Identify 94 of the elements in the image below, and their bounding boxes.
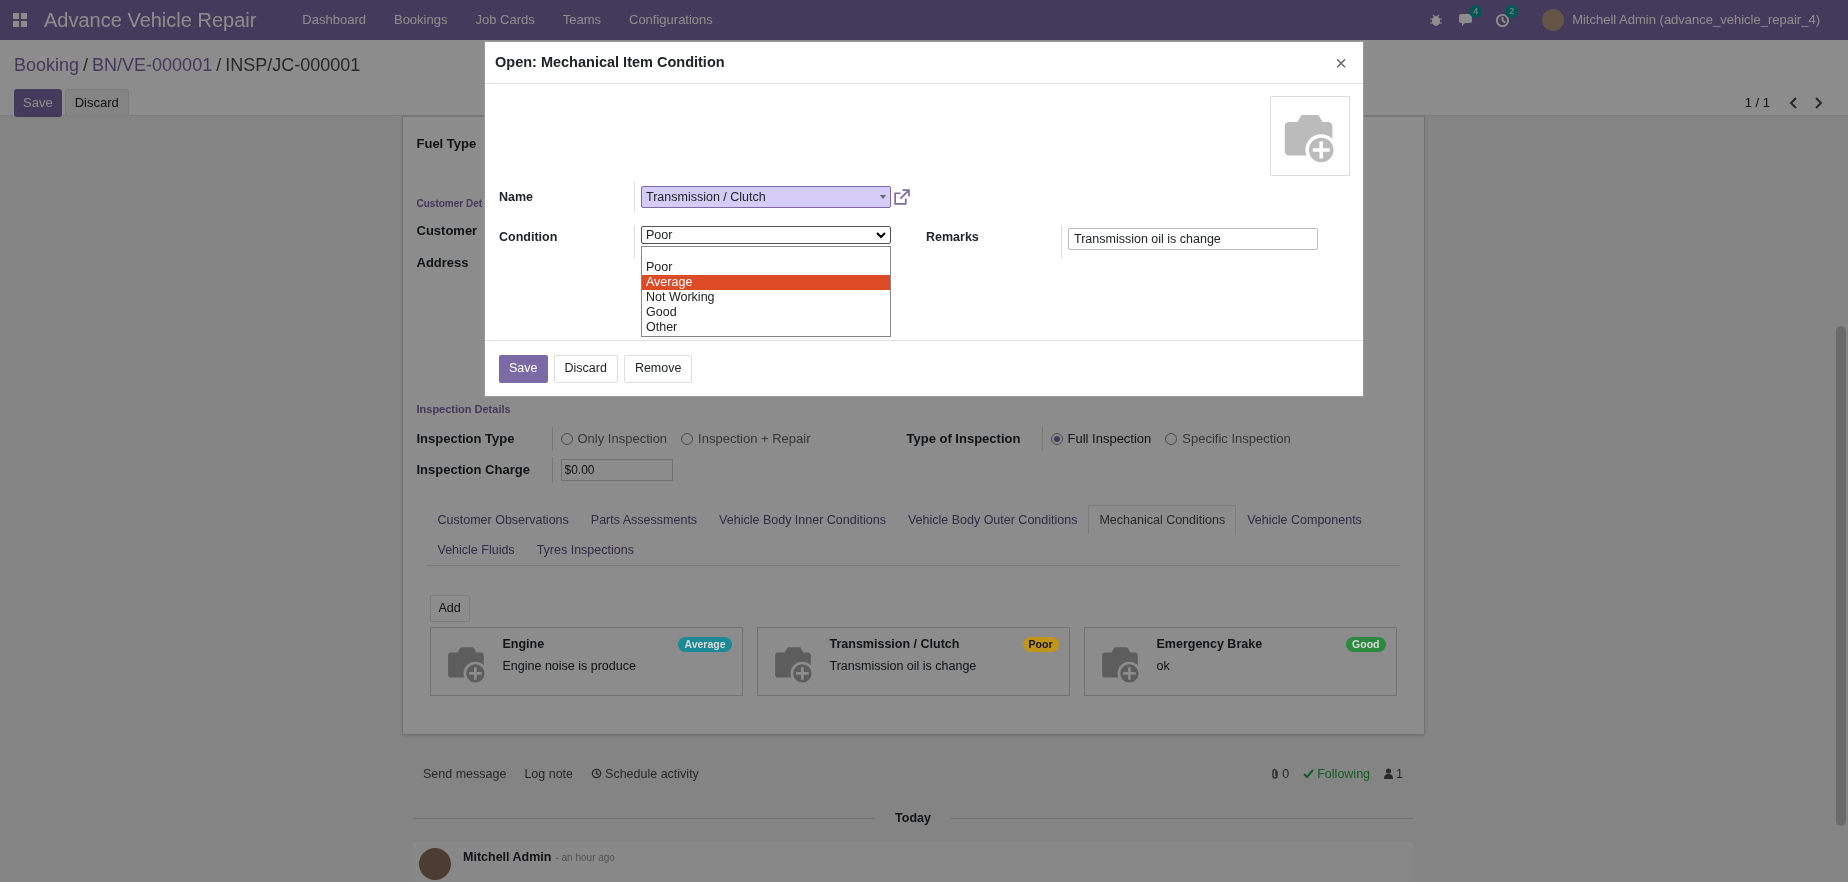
- status-badge: Poor: [1022, 637, 1059, 652]
- dropdown-option[interactable]: Poor: [642, 260, 890, 275]
- date-divider: Today: [895, 810, 931, 828]
- field-label: Fuel Type: [416, 135, 477, 153]
- section-heading: Inspection Details: [416, 401, 511, 417]
- following-toggle[interactable]: Following: [1317, 764, 1371, 784]
- card-remark: ok: [1156, 657, 1171, 675]
- caret-down-icon: [880, 195, 886, 199]
- tab[interactable]: Vehicle Body Outer Conditions: [896, 505, 1089, 535]
- radio-button[interactable]: [681, 433, 694, 445]
- bug-icon: [1429, 13, 1444, 27]
- dialog-title: Open: Mechanical Item Condition: [495, 52, 725, 72]
- field-label: Inspection Type: [416, 430, 516, 449]
- kanban-card[interactable]: Transmission / Clutch Transmission oil is change Poor: [756, 627, 1070, 696]
- kanban-card[interactable]: Emergency Brake ok Good: [1083, 627, 1397, 696]
- field-label: Name: [499, 188, 535, 206]
- tab[interactable]: Vehicle Components: [1236, 505, 1373, 535]
- card-title: Engine: [502, 636, 546, 653]
- add-button[interactable]: Add: [429, 595, 470, 622]
- breadcrumb-current: INSP/JC-000001: [225, 54, 361, 77]
- breadcrumb-link[interactable]: BN/VE-000001: [92, 52, 213, 79]
- condition-select[interactable]: Poor: [641, 226, 891, 244]
- tab[interactable]: Mechanical Conditions: [1088, 505, 1237, 535]
- card-remark: Transmission oil is change: [829, 657, 977, 675]
- radio-label: Inspection + Repair: [698, 430, 811, 449]
- clock-icon: [591, 768, 603, 780]
- attachment-count[interactable]: 0: [1282, 764, 1290, 784]
- pager-value: 1 / 1: [1744, 94, 1770, 113]
- radio-label: Full Inspection: [1067, 430, 1152, 449]
- tab[interactable]: Vehicle Body Inner Conditions: [708, 505, 897, 535]
- radio-label: Only Inspection: [577, 430, 668, 449]
- author-avatar: [419, 848, 451, 880]
- dropdown-option[interactable]: Good: [642, 305, 890, 320]
- user-menu[interactable]: Mitchell Admin (advance_vehicle_repair_4): [1572, 10, 1820, 30]
- save-button[interactable]: Save: [499, 354, 548, 383]
- scrollbar-thumb[interactable]: [1836, 326, 1846, 826]
- tab[interactable]: Customer Observations: [426, 505, 580, 535]
- field-label: Address: [416, 254, 469, 272]
- card-title: Emergency Brake: [1156, 636, 1263, 653]
- user-avatar: [1542, 9, 1565, 31]
- follower-count[interactable]: 1: [1396, 764, 1403, 784]
- close-button[interactable]: ×: [1335, 52, 1347, 73]
- remove-button[interactable]: Remove: [623, 354, 693, 383]
- dropdown-option[interactable]: Not Working: [642, 290, 890, 305]
- breadcrumb-link[interactable]: Booking: [14, 52, 80, 79]
- discard-button[interactable]: Discard: [64, 89, 129, 117]
- radio-button[interactable]: [1165, 433, 1178, 445]
- charge-field[interactable]: $0.00: [560, 459, 673, 481]
- user-icon: [1384, 768, 1394, 780]
- activity-count-badge: 2: [1505, 4, 1519, 18]
- tab[interactable]: Vehicle Fluids: [426, 535, 526, 565]
- status-badge: Good: [1346, 637, 1386, 652]
- menu-item[interactable]: Job Cards: [475, 10, 535, 30]
- field-label: Condition: [499, 229, 559, 246]
- message-author: Mitchell Admin: [463, 849, 552, 866]
- clock-icon: [1495, 12, 1511, 28]
- radio-button[interactable]: [560, 433, 573, 445]
- field-label: Type of Inspection: [906, 430, 1022, 449]
- radio-label: Specific Inspection: [1182, 430, 1291, 449]
- chevron-left-icon: [1788, 97, 1798, 109]
- card-remark: Engine noise is produce: [502, 657, 636, 675]
- chevron-right-icon: [1814, 97, 1824, 109]
- dropdown-option[interactable]: Other: [642, 320, 890, 335]
- field-label: Customer: [416, 221, 478, 240]
- external-link-icon: [893, 188, 910, 206]
- apps-menu-icon: [12, 12, 28, 28]
- message-count-badge: 4: [1469, 5, 1483, 18]
- tab[interactable]: Tyres Inspections: [525, 535, 645, 565]
- tab[interactable]: Parts Assessments: [579, 505, 709, 535]
- name-field[interactable]: Transmission / Clutch: [641, 186, 891, 208]
- discard-button[interactable]: Discard: [553, 354, 618, 383]
- kanban-card[interactable]: Engine Engine noise is produce Average: [429, 627, 743, 696]
- menu-item[interactable]: Teams: [562, 10, 601, 30]
- chatter-action[interactable]: Schedule activity: [605, 764, 699, 784]
- field-label: Inspection Charge: [416, 461, 531, 480]
- save-button[interactable]: Save: [14, 89, 62, 117]
- breadcrumb-separator: /: [83, 54, 89, 77]
- card-title: Transmission / Clutch: [829, 636, 961, 653]
- dropdown-option[interactable]: Average: [642, 275, 890, 290]
- chevron-down-icon: [876, 231, 886, 239]
- app-title: Advance Vehicle Repair: [44, 8, 257, 33]
- section-heading: Customer Det: [416, 196, 483, 211]
- menu-item[interactable]: Bookings: [393, 10, 448, 30]
- chatter-action[interactable]: Send message: [423, 764, 507, 784]
- chatter-action[interactable]: Log note: [524, 764, 574, 784]
- radio-button[interactable]: [1050, 433, 1063, 445]
- check-icon: [1303, 768, 1315, 779]
- paperclip-icon: [1270, 767, 1281, 780]
- menu-item[interactable]: Configurations: [629, 10, 713, 30]
- menu-item[interactable]: Dashboard: [302, 10, 366, 30]
- status-badge: Average: [678, 637, 732, 652]
- breadcrumb-separator: /: [216, 54, 222, 77]
- remarks-field[interactable]: Transmission oil is change: [1068, 228, 1318, 250]
- field-label: Remarks: [926, 229, 980, 246]
